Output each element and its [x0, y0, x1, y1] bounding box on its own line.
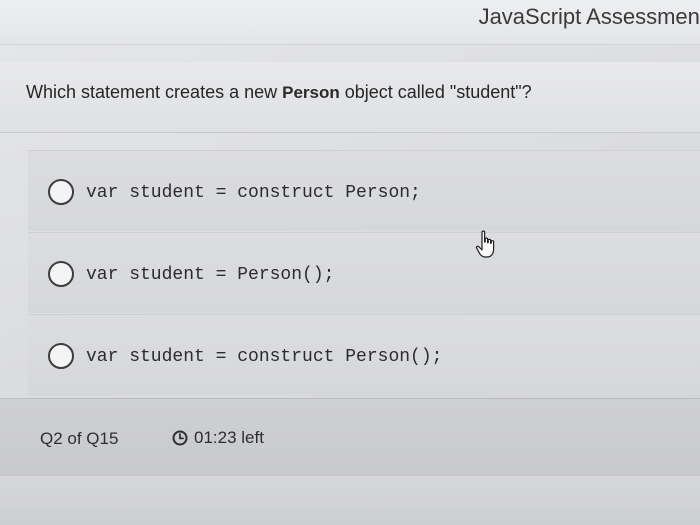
timer-text: 01:23 left — [194, 428, 264, 447]
answer-options: var student = construct Person; var stud… — [28, 150, 700, 395]
radio-button-3[interactable] — [48, 343, 74, 369]
clock-icon — [172, 430, 188, 446]
status-bar: Q2 of Q15 01:23 left — [0, 398, 700, 477]
question-counter: Q2 of Q15 — [40, 429, 119, 448]
radio-button-1[interactable] — [48, 179, 74, 205]
answer-option-3[interactable]: var student = construct Person(); — [28, 314, 700, 395]
question-text: Which statement creates a new Person obj… — [26, 82, 532, 103]
answer-option-2[interactable]: var student = Person(); — [28, 232, 700, 313]
hand-pointer-icon — [475, 230, 495, 258]
question-band: Which statement creates a new Person obj… — [0, 62, 700, 133]
question-prefix: Which statement creates a new — [26, 82, 283, 102]
timer: 01:23 left — [172, 428, 264, 448]
answer-option-label[interactable]: var student = Person(); — [86, 265, 334, 285]
radio-button-2[interactable] — [48, 261, 74, 287]
app-title: JavaScript Assessment — [478, 4, 700, 29]
question-suffix: object called "student"? — [339, 82, 532, 102]
answer-option-1[interactable]: var student = construct Person; — [28, 150, 700, 231]
title-bar: JavaScript Assessment — [0, 0, 700, 45]
answer-option-label[interactable]: var student = construct Person(); — [86, 347, 442, 367]
question-code-term: Person — [282, 83, 340, 102]
bottom-area — [0, 476, 700, 525]
answer-option-label[interactable]: var student = construct Person; — [86, 183, 421, 203]
